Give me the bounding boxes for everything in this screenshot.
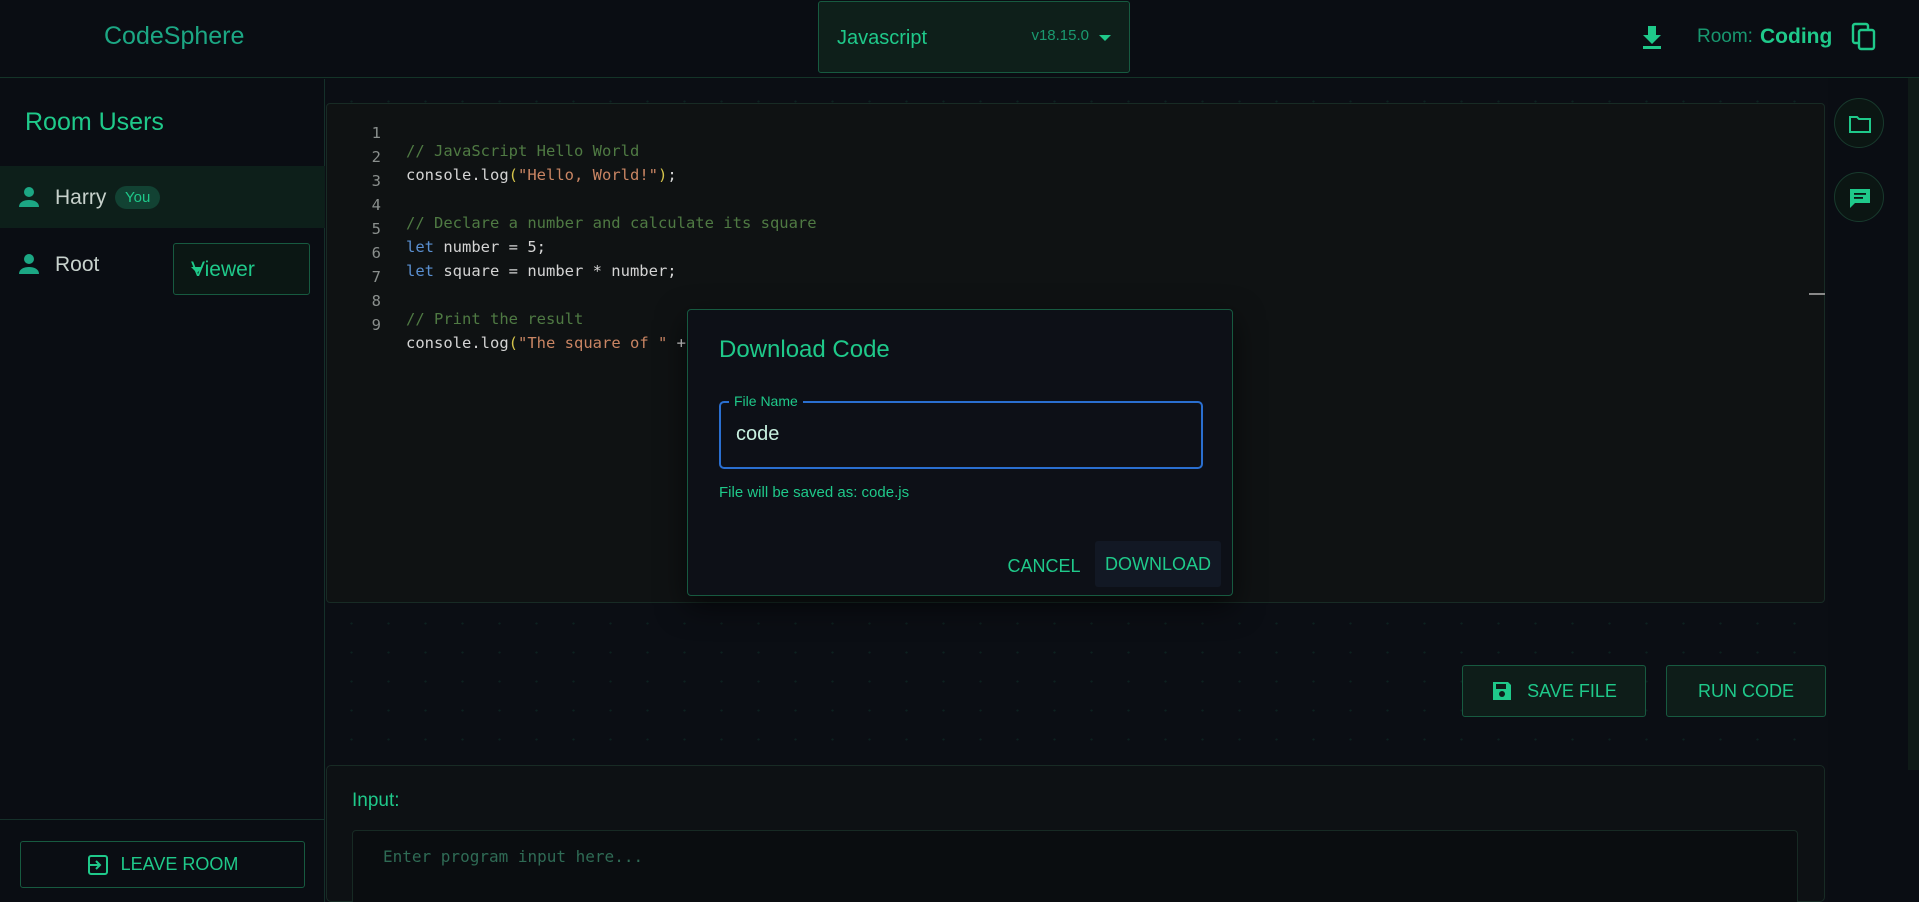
files-button[interactable] [1834,98,1884,148]
editor-scroll-marker [1809,293,1825,295]
person-icon [19,187,39,207]
program-input[interactable] [383,847,1763,866]
run-code-label: RUN CODE [1697,680,1794,701]
language-select[interactable]: Javascript v18.15.0 [818,1,1130,73]
input-panel: Input: [326,765,1825,902]
role-select[interactable]: Viewer [173,243,310,295]
top-bar: CodeSphere Javascript v18.15.0 Room: Cod… [0,0,1919,78]
file-name-field[interactable]: File Name [719,393,1203,469]
chat-icon [1850,189,1870,208]
line-text: console.log("Hello, World!"); [406,166,677,184]
line-number: 9 [371,316,381,334]
cancel-button[interactable]: CANCEL [999,548,1089,584]
program-input-box[interactable] [352,830,1798,902]
sidebar-divider [0,819,325,820]
room-name: Coding [1760,25,1833,48]
page-scrollbar[interactable] [1908,78,1919,770]
sidebar: Room Users Harry You Root Viewer LEAVE R… [0,79,325,902]
download-dialog: Download Code File Name File will be sav… [687,309,1233,596]
user-row-harry[interactable]: Harry You [0,166,325,228]
save-file-button[interactable]: SAVE FILE [1462,665,1646,717]
brand-logo[interactable]: CodeSphere [104,22,244,51]
person-icon [19,254,39,274]
language-version: v18.15.0 [1031,27,1089,44]
file-name-helper: File will be saved as: code.js [719,484,910,501]
file-name-input[interactable] [736,423,1186,446]
line-text: let square = number * number; [406,262,677,280]
copy-icon[interactable] [1851,22,1877,52]
code-line: 6 let square = number * number; [327,226,677,280]
download-icon[interactable] [1641,24,1663,50]
user-row-root: Root Viewer [0,233,325,295]
user-name: Harry [55,186,107,209]
input-label: Input: [352,790,400,811]
room-users-title: Room Users [25,108,164,136]
exit-icon [87,854,108,875]
user-name: Root [55,253,100,276]
code-line: 1 // JavaScript Hello World [327,106,640,160]
chat-button[interactable] [1834,172,1884,222]
language-name: Javascript [837,27,928,49]
leave-room-label: LEAVE ROOM [120,854,239,874]
folder-icon [1849,116,1871,133]
chevron-down-icon [1099,35,1111,41]
save-file-label: SAVE FILE [1527,680,1617,701]
room-label: Room: [1697,26,1753,47]
code-line: 7 [327,250,381,286]
chevron-down-icon [191,267,203,273]
line-text: let number = 5; [406,238,546,256]
code-line: 2 console.log("Hello, World!"); [327,130,677,184]
dialog-title: Download Code [719,336,890,363]
line-text: // Declare a number and calculate its sq… [406,214,817,232]
floppy-disk-icon [1493,682,1512,700]
you-badge: You [115,186,161,209]
leave-room-button[interactable]: LEAVE ROOM [20,841,305,888]
run-code-button[interactable]: RUN CODE [1666,665,1826,717]
line-text: // JavaScript Hello World [406,142,640,160]
code-line: 5 let number = 5; [327,202,546,256]
code-line: 9 console.log("The square of " + number … [327,298,938,352]
download-button[interactable]: DOWNLOAD [1095,541,1221,587]
code-line: 4 // Declare a number and calculate its … [327,178,817,232]
code-line: 3 [327,154,381,190]
file-name-label: File Name [729,393,803,409]
code-line: 8 // Print the result [327,274,584,328]
line-text: // Print the result [406,310,584,328]
